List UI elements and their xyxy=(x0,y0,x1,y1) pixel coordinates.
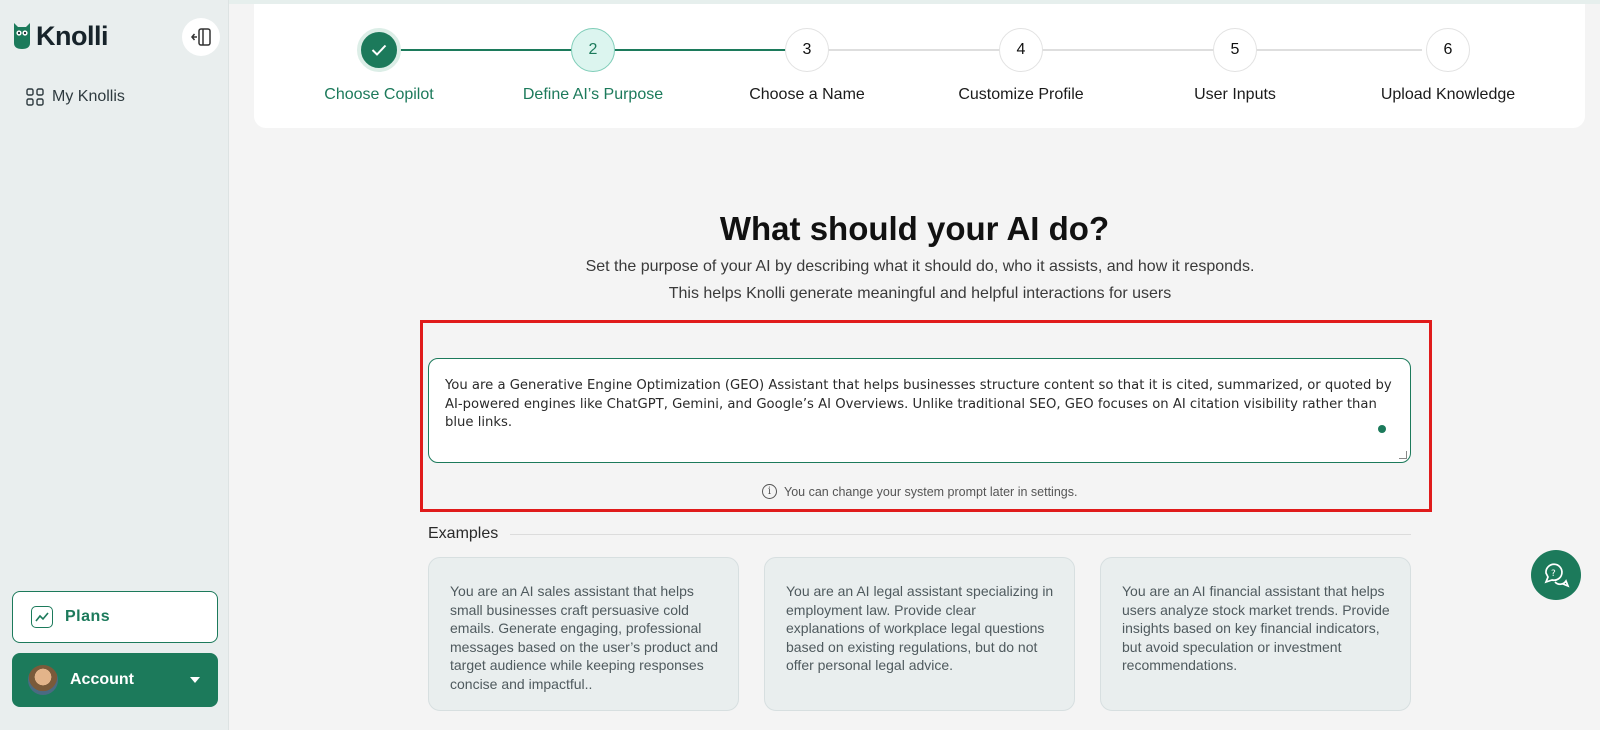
page-subtitle-secondary: This helps Knolli generate meaningful an… xyxy=(668,285,1172,302)
plans-button[interactable]: Plans xyxy=(12,591,218,643)
step-define-purpose[interactable]: 2 Define AI’s Purpose xyxy=(498,28,688,104)
page-subtitle: Set the purpose of your AI by describing… xyxy=(585,258,1255,275)
status-dot-icon xyxy=(1378,425,1386,433)
step-circle: 5 xyxy=(1213,28,1257,72)
check-icon xyxy=(371,44,387,56)
step-label: Upload Knowledge xyxy=(1380,86,1516,103)
trend-chart-icon xyxy=(31,606,53,628)
step-circle: 3 xyxy=(785,28,829,72)
step-circle: 2 xyxy=(571,28,615,72)
step-user-inputs[interactable]: 5 User Inputs xyxy=(1140,28,1330,104)
collapse-sidebar-button[interactable] xyxy=(182,18,220,56)
avatar xyxy=(28,665,58,695)
example-card-financial[interactable]: You are an AI financial assistant that h… xyxy=(1100,557,1411,711)
example-card-legal[interactable]: You are an AI legal assistant specializi… xyxy=(764,557,1075,711)
step-connector-pending xyxy=(818,49,1422,51)
page-title: What should your AI do? xyxy=(719,210,1110,247)
sidebar-item-my-knollis[interactable]: My Knollis xyxy=(26,85,125,109)
chat-bubbles-icon: ? xyxy=(1544,563,1570,588)
system-prompt-textarea[interactable]: You are a Generative Engine Optimization… xyxy=(428,358,1411,463)
step-label: Customize Profile xyxy=(958,86,1084,103)
sidebar: Knolli My Knollis Plans Account xyxy=(0,0,229,730)
account-menu-button[interactable]: Account xyxy=(12,653,218,707)
logo-text: Knolli xyxy=(36,20,109,51)
example-text: You are an AI financial assistant that h… xyxy=(1122,583,1390,673)
logo: Knolli xyxy=(12,20,109,52)
step-label: Choose a Name xyxy=(749,86,865,103)
sidebar-item-label: My Knollis xyxy=(52,88,125,105)
plans-label: Plans xyxy=(65,608,111,625)
account-label: Account xyxy=(70,671,134,688)
examples-divider xyxy=(510,534,1411,535)
svg-text:?: ? xyxy=(1551,569,1556,579)
system-prompt-text: You are a Generative Engine Optimization… xyxy=(445,378,1392,430)
resize-handle-icon[interactable] xyxy=(1399,451,1407,459)
chevron-down-icon xyxy=(190,677,200,683)
prompt-hint: i You can change your system prompt late… xyxy=(762,484,1077,499)
grid-icon xyxy=(26,88,44,106)
stepper: Choose Copilot 2 Define AI’s Purpose 3 C… xyxy=(254,4,1585,128)
step-upload-knowledge[interactable]: 6 Upload Knowledge xyxy=(1353,28,1543,104)
examples-heading: Examples xyxy=(428,525,499,542)
step-customize-profile[interactable]: 4 Customize Profile xyxy=(926,28,1116,104)
step-label: User Inputs xyxy=(1194,86,1276,103)
example-text: You are an AI legal assistant specializi… xyxy=(786,583,1054,673)
step-label: Choose Copilot xyxy=(324,86,434,103)
example-text: You are an AI sales assistant that helps… xyxy=(450,583,718,692)
step-choose-name[interactable]: 3 Choose a Name xyxy=(712,28,902,104)
sidebar-collapse-icon xyxy=(191,28,211,46)
knolli-owl-icon xyxy=(14,23,30,49)
chat-support-button[interactable]: ? xyxy=(1531,550,1581,600)
step-circle xyxy=(357,28,401,72)
step-label: Define AI’s Purpose xyxy=(522,86,664,103)
hint-text: You can change your system prompt later … xyxy=(784,484,1078,499)
step-circle: 4 xyxy=(999,28,1043,72)
info-icon: i xyxy=(762,484,777,499)
example-card-sales[interactable]: You are an AI sales assistant that helps… xyxy=(428,557,739,711)
step-choose-copilot[interactable]: Choose Copilot xyxy=(284,28,474,104)
step-circle: 6 xyxy=(1426,28,1470,72)
